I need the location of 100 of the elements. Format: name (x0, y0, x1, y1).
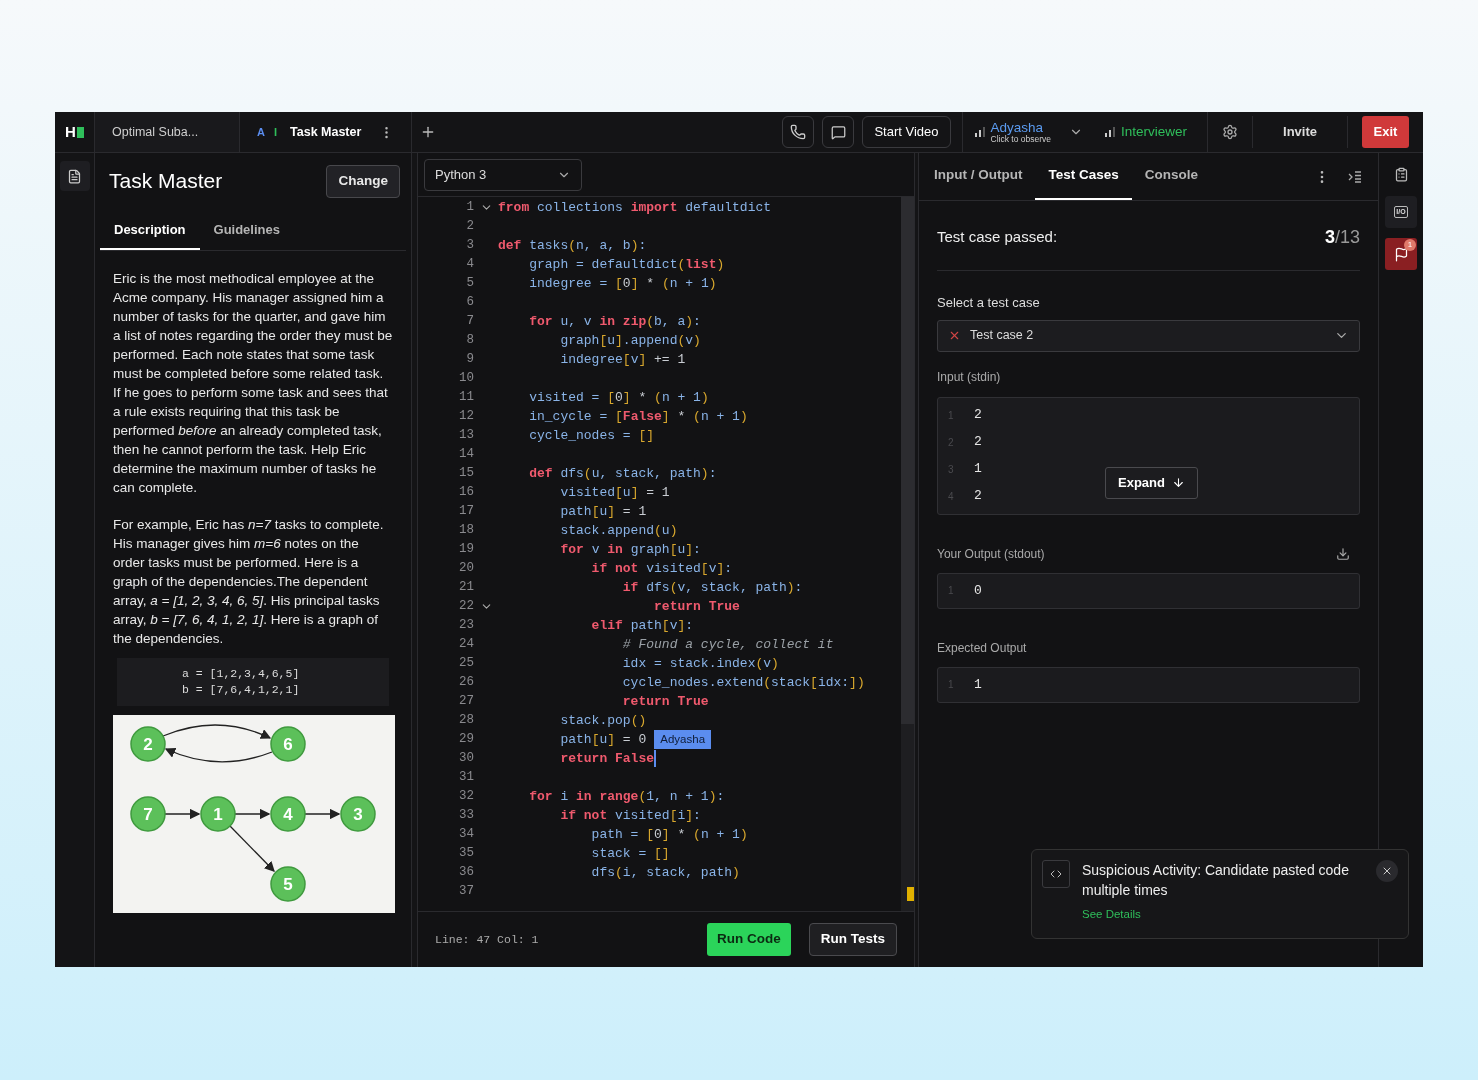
code-line: idx = stack.index(v) (621, 654, 779, 673)
tab-label: Task Master (290, 123, 362, 141)
line-number: 1 (465, 199, 474, 217)
participant-hint: Click to observe (990, 135, 1051, 144)
code-line: path[u] = 0 (559, 730, 647, 749)
run-tests-button[interactable]: Run Tests (808, 923, 897, 956)
graph-node: 1 (200, 796, 236, 832)
results-tab[interactable]: Input / Output (921, 153, 1036, 200)
invite-button[interactable]: Invite (1253, 112, 1347, 152)
scrollbar[interactable] (901, 197, 914, 911)
phone-icon (790, 124, 807, 140)
code-line: # Found a cycle, collect it (621, 635, 834, 654)
field-label: Your Output (stdout) (937, 545, 1045, 563)
language-select[interactable]: Python 3 (424, 158, 582, 191)
editor-tab[interactable]: Optimal Suba... (95, 112, 240, 152)
notification-badge: 1 (1404, 239, 1416, 251)
code-line: cycle_nodes = [] (528, 426, 655, 445)
code-line: from collections import defaultdict (498, 198, 772, 217)
line-number: 25 (458, 655, 474, 673)
passed-label: Test case passed: (937, 227, 1058, 248)
code-line: if not visited[v]: (590, 559, 733, 578)
line-number: 9 (465, 351, 474, 369)
line-number: 7 (465, 313, 474, 331)
expand-button[interactable]: Expand (1105, 466, 1198, 499)
graph-edge (304, 808, 341, 820)
description-text: Eric is the most methodical employee at the Acme company. His manager assigned him a number of tasks for the quarter, and gave him a list of notes regarding the order they must be performed. Each note states that some task must be completed before some related task. If he goes to perform some task and sees that a rule exists requiring that this task be performed before an already completed task, then he cannot perform the task. Help Eric determine the maximum number of tasks he can complete. (113, 270, 393, 497)
alert-message: Suspicious Activity: Candidate pasted code multiple times (1082, 861, 1350, 900)
code-line: visited = [0] * (n + 1) (528, 388, 709, 407)
code-icon (1050, 868, 1062, 880)
code-line: in_cycle = [False] * (n + 1) (528, 407, 748, 426)
arrow-down-icon (1171, 476, 1185, 489)
line-number: 5 (465, 275, 474, 293)
line-number: 26 (458, 674, 474, 692)
field-label: Input (stdin) (937, 368, 1002, 386)
test-case-select[interactable]: Test case 2 (937, 319, 1360, 352)
graph-node: 6 (270, 726, 306, 762)
graph-node: 7 (130, 796, 166, 832)
participant-name[interactable]: Adyasha (990, 120, 1051, 134)
see-details-link[interactable]: See Details (1082, 906, 1141, 924)
tab-label: Optimal Suba... (112, 123, 199, 141)
line-number: 3 (465, 237, 474, 255)
line-number: 33 (458, 807, 474, 825)
line-number: 12 (458, 408, 474, 426)
code-line: def tasks(n, a, b): (498, 236, 647, 255)
tab-marker: I (273, 124, 277, 140)
description-tab[interactable]: Guidelines (199, 211, 294, 250)
code-line: def dfs(u, stack, path): (528, 464, 717, 483)
line-number: 37 (458, 883, 474, 901)
chat-button[interactable] (822, 116, 855, 148)
code-line: cycle_nodes.extend(stack[idx:]) (621, 673, 865, 692)
results-tab[interactable]: Test Cases (1035, 153, 1132, 200)
signal-icon (974, 127, 985, 137)
graph-node: 3 (340, 796, 376, 832)
line-number: 13 (458, 427, 474, 445)
line-number: 16 (458, 484, 474, 502)
description-icon[interactable] (59, 161, 90, 191)
line-value: 2 (974, 406, 982, 425)
collapse-panel-icon[interactable] (1348, 170, 1362, 183)
code-line: stack.pop() (559, 711, 647, 730)
run-code-button[interactable]: Run Code (707, 923, 791, 956)
problem-title: Task Master (109, 168, 223, 195)
line-number: 23 (458, 617, 474, 635)
start-video-button[interactable]: Start Video (862, 116, 951, 148)
logo: H (65, 120, 84, 144)
results-tab[interactable]: Console (1131, 153, 1212, 200)
line-number: 30 (458, 750, 474, 768)
code-line: visited[u] = 1 (559, 483, 670, 502)
cursor-label: Adyasha (654, 730, 712, 749)
line-number: 2 (465, 218, 474, 236)
code-line: path[u] = 1 (559, 502, 647, 521)
signal-icon (1104, 127, 1115, 137)
line-number: 18 (458, 522, 474, 540)
code-line: if not visited[i]: (559, 806, 701, 825)
change-button[interactable]: Change (326, 164, 400, 198)
participant-name[interactable]: Interviewer (1120, 125, 1187, 139)
description-tab[interactable]: Description (100, 211, 200, 250)
line-number: 8 (465, 332, 474, 350)
settings-icon[interactable] (1222, 124, 1238, 140)
line-number: 35 (458, 845, 474, 863)
add-tab-icon[interactable] (420, 124, 436, 140)
line-number: 10 (458, 370, 474, 388)
call-button[interactable] (782, 116, 815, 148)
line-number: 34 (458, 826, 474, 844)
exit-button[interactable]: Exit (1362, 116, 1409, 148)
code-line: graph = defaultdict(list) (528, 255, 725, 274)
code-line: for u, v in zip(b, a): (528, 312, 701, 331)
graph-edge (164, 808, 201, 820)
clipboard-icon[interactable] (1393, 167, 1409, 182)
graph-node: 4 (270, 796, 306, 832)
code-line: stack.append(u) (559, 521, 678, 540)
code-sample: a = [1,2,3,4,6,5] b = [7,6,4,1,2,1] (117, 658, 389, 706)
line-number: 19 (458, 541, 474, 559)
close-button[interactable] (1376, 860, 1398, 882)
code-line: stack = [] (590, 844, 670, 863)
line-number: 22 (458, 598, 474, 616)
line-value: 0 (974, 581, 982, 600)
line-value: 2 (974, 433, 982, 452)
description-text: For example, Eric has n=7 tasks to complete. His manager gives him m=6 notes on the order tasks must be performed. Here is a graph of the dependencies.The dependent array, a = [1, 2, 3, 4, 6, 5]. His principal tasks array, b = [7, 6, 4, 1, 2, 1]. Here is a graph of the dependencies. (113, 516, 385, 648)
code-line: return True (621, 692, 709, 711)
download-icon[interactable] (1336, 546, 1350, 561)
